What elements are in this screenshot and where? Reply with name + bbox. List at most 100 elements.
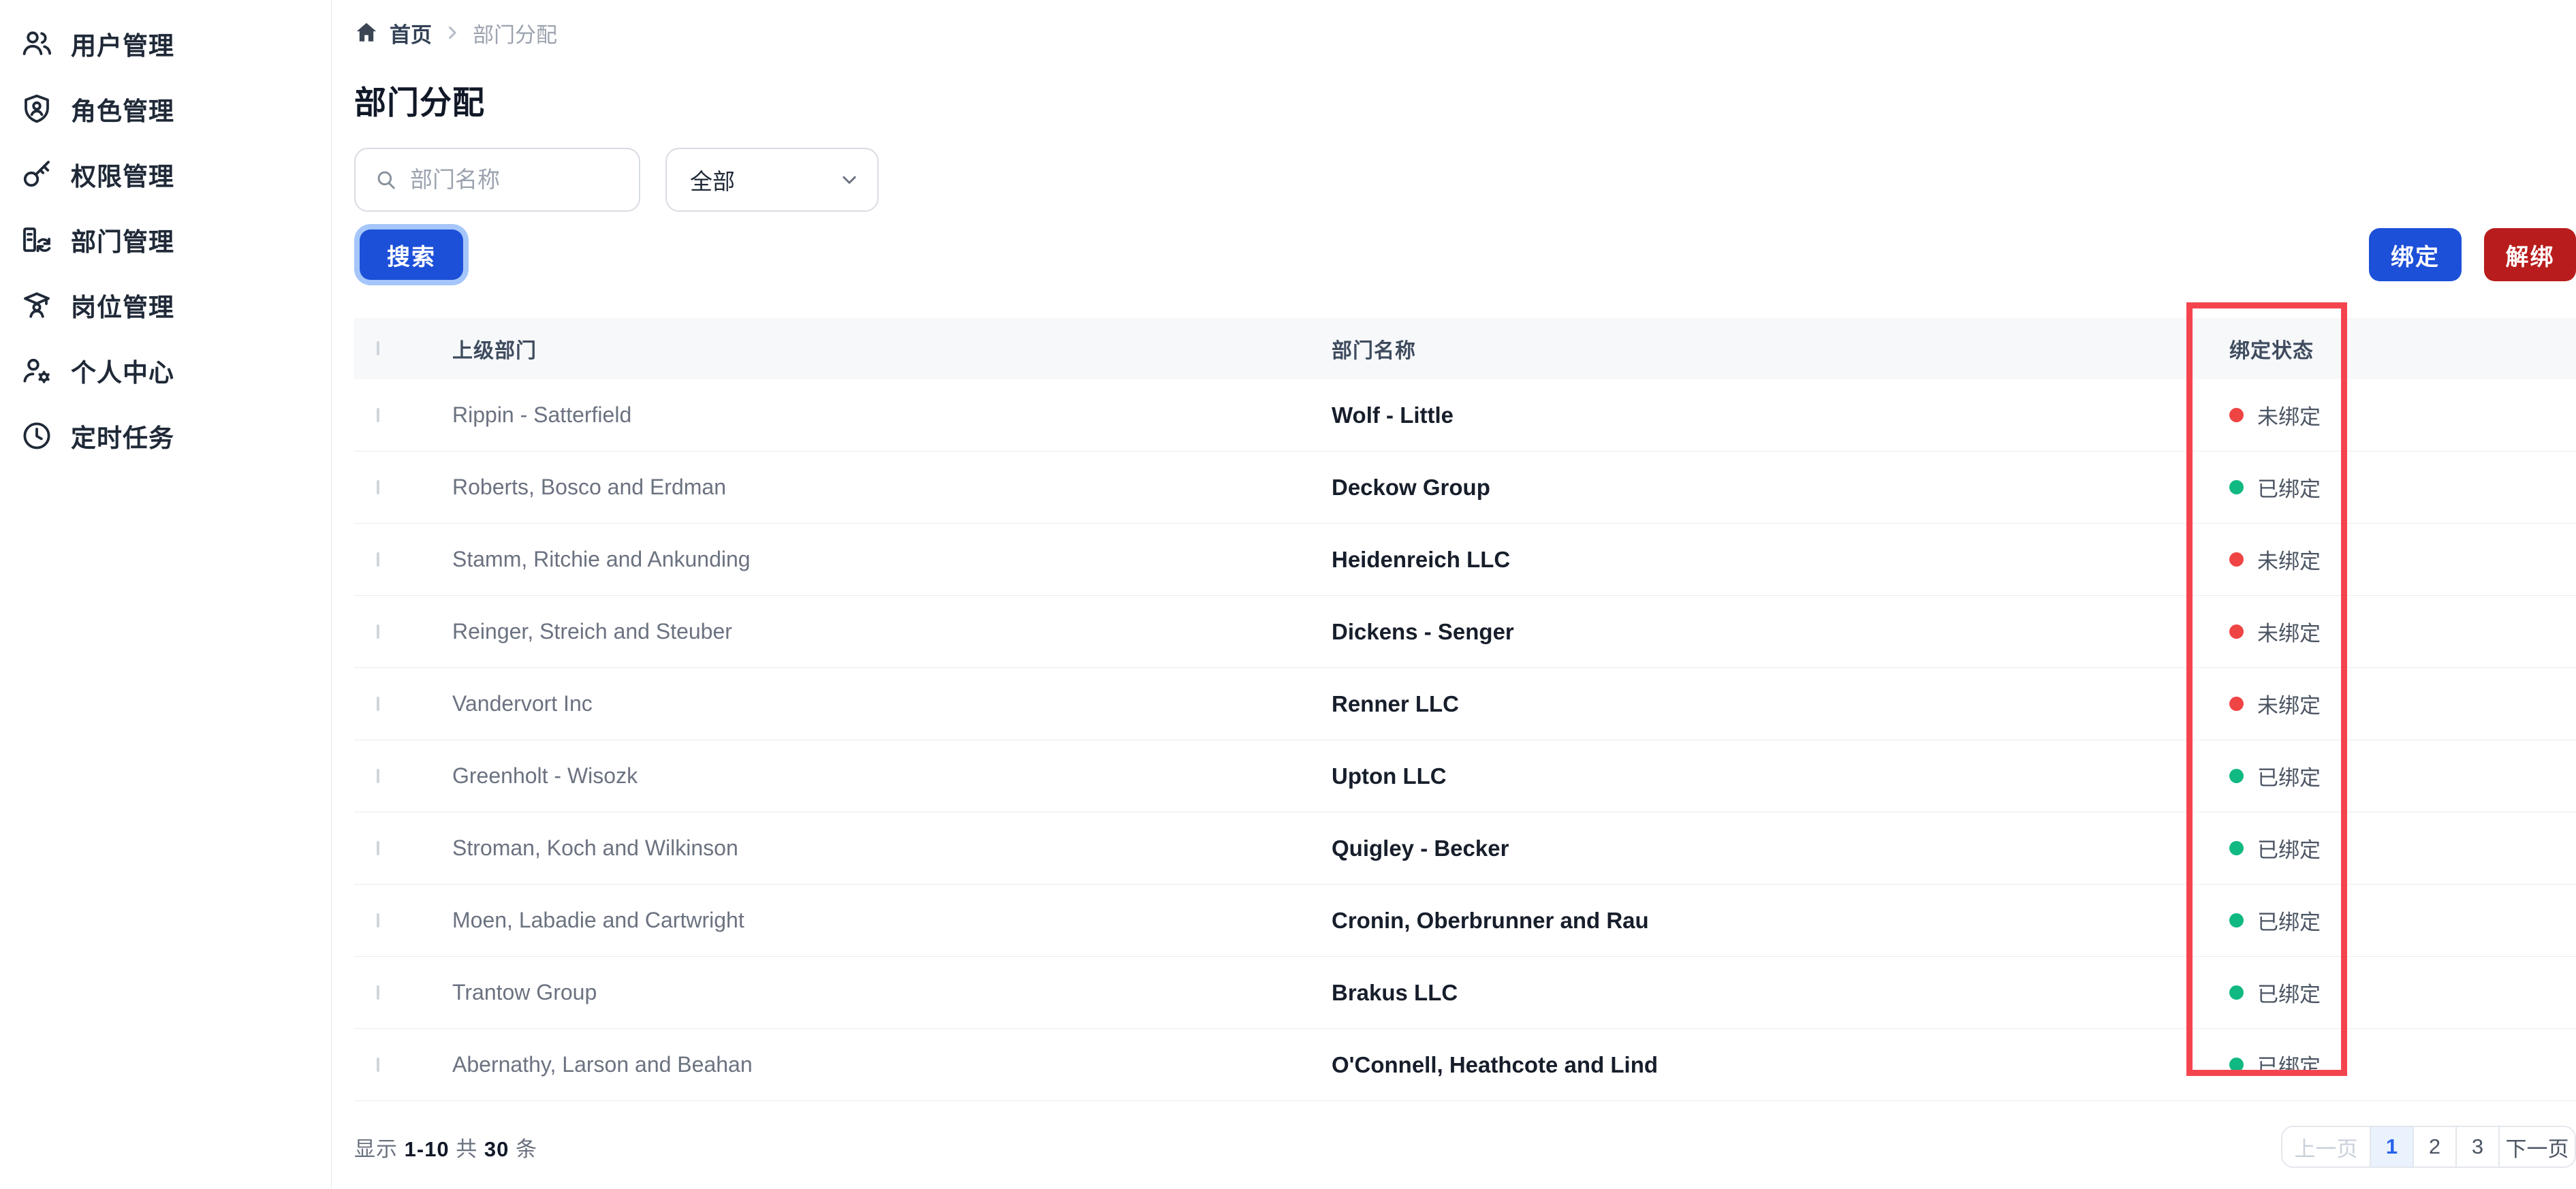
action-row: 搜索 绑定 解绑 [354,228,2576,281]
sidebar-item-label: 个人中心 [71,359,174,387]
parent-department-cell: Rippin - Satterfield [452,402,632,427]
table-row: Stamm, Ritchie and Ankunding Heidenreich … [354,524,2576,596]
select-all-checkbox[interactable] [377,341,379,355]
user-gear-icon [20,354,53,387]
bind-button[interactable]: 绑定 [2369,228,2462,281]
departments-table: 上级部门 部门名称 绑定状态 Rippin - Satterfield Wolf … [354,318,2576,1101]
department-name-cell: Renner LLC [1332,691,1460,716]
sidebar-item-tasks[interactable]: 定时任务 [0,403,331,469]
status-dot-icon [2229,985,2244,1000]
status-dot-icon [2229,769,2244,783]
row-checkbox[interactable] [377,768,379,783]
sidebar-item-profile[interactable]: 个人中心 [0,338,331,403]
status-label: 已绑定 [2257,477,2321,501]
next-page-button[interactable]: 下一页 [2498,1127,2575,1167]
status-label: 已绑定 [2257,1055,2321,1079]
page-title: 部门分配 [354,84,485,121]
filter-row: 全部 [354,148,2576,212]
parent-department-cell: Moen, Labadie and Cartwright [452,908,744,932]
status-dot-icon [2229,1058,2244,1072]
unbind-button[interactable]: 解绑 [2484,228,2576,281]
table-header-row: 上级部门 部门名称 绑定状态 [354,318,2576,379]
select-value: 全部 [690,169,735,194]
page-button-2[interactable]: 2 [2413,1127,2455,1167]
binding-status-cell: 已绑定 [2222,833,2576,863]
status-dot-icon [2229,408,2244,422]
row-checkbox[interactable] [377,552,379,567]
sidebar: 用户管理角色管理权限管理部门管理岗位管理个人中心定时任务 [0,0,332,1189]
home-icon[interactable] [354,20,379,45]
parent-department-cell: Roberts, Bosco and Erdman [452,475,726,499]
main-content: 首页 部门分配 部门分配 全部 搜索 绑定 解绑 [332,0,2576,1189]
status-dot-icon [2229,913,2244,928]
status-label: 未绑定 [2257,405,2321,429]
status-dot-icon [2229,624,2244,639]
search-icon [377,171,395,189]
page-button-1[interactable]: 1 [2370,1127,2413,1167]
table-row: Stroman, Koch and Wilkinson Quigley - Bec… [354,812,2576,885]
parent-department-cell: Vandervort Inc [452,691,593,716]
sidebar-item-permissions[interactable]: 权限管理 [0,142,331,207]
table-row: Vandervort Inc Renner LLC 未绑定 [354,668,2576,740]
table-row: Reinger, Streich and Steuber Dickens - Se… [354,596,2576,668]
row-checkbox[interactable] [377,913,379,928]
binding-status-cell: 未绑定 [2222,688,2576,719]
breadcrumb-current: 部门分配 [473,22,557,47]
department-name-cell: O'Connell, Heathcote and Lind [1332,1051,1659,1077]
binding-status-cell: 已绑定 [2222,472,2576,503]
app-window: 用户管理角色管理权限管理部门管理岗位管理个人中心定时任务 首页 部门分配 部门分… [0,0,2576,1189]
column-header-status: 绑定状态 [2229,340,2314,362]
parent-department-cell: Trantow Group [452,980,597,1004]
status-dot-icon [2229,552,2244,567]
parent-department-cell: Reinger, Streich and Steuber [452,619,732,644]
row-checkbox[interactable] [377,624,379,639]
sidebar-item-label: 用户管理 [71,32,174,60]
department-name-cell: Wolf - Little [1332,402,1454,428]
pagination-total: 30 [484,1137,509,1161]
table-row: Greenholt - Wisozk Upton LLC 已绑定 [354,740,2576,812]
binding-status-cell: 已绑定 [2222,1049,2576,1080]
sidebar-item-label: 角色管理 [71,97,174,125]
binding-status-cell: 未绑定 [2222,400,2576,430]
department-name-search-field[interactable] [354,148,640,212]
row-checkbox[interactable] [377,840,379,855]
row-checkbox[interactable] [377,407,379,422]
row-checkbox[interactable] [377,1057,379,1072]
pager: 上一页 1 2 3 下一页 [2281,1126,2576,1168]
department-name-cell: Upton LLC [1332,763,1447,789]
status-label: 已绑定 [2257,766,2321,790]
status-label: 已绑定 [2257,910,2321,934]
parent-department-cell: Stroman, Koch and Wilkinson [452,836,738,860]
breadcrumb-home-link[interactable]: 首页 [390,18,432,48]
search-button[interactable]: 搜索 [360,229,463,280]
row-checkbox[interactable] [377,985,379,1000]
status-label: 未绑定 [2257,550,2321,573]
chevron-right-icon [443,23,462,42]
table-row: Moen, Labadie and Cartwright Cronin, Ober… [354,885,2576,957]
parent-department-cell: Greenholt - Wisozk [452,763,638,788]
table-row: Abernathy, Larson and Beahan O'Connell, H… [354,1029,2576,1101]
binding-status-cell: 未绑定 [2222,616,2576,647]
shield-user-icon [20,93,53,125]
sidebar-item-label: 定时任务 [71,424,174,452]
graduate-icon [20,289,53,321]
sidebar-item-positions[interactable]: 岗位管理 [0,272,331,338]
pagination-summary: 显示 1-10 共 30 条 [354,1137,538,1161]
prev-page-button[interactable]: 上一页 [2282,1127,2370,1167]
status-filter-select[interactable]: 全部 [665,148,879,212]
table-row: Trantow Group Brakus LLC 已绑定 [354,957,2576,1029]
pagination-bar: 显示 1-10 共 30 条 上一页 1 2 3 下一页 [354,1126,2576,1168]
row-checkbox[interactable] [377,479,379,494]
sidebar-item-departments[interactable]: 部门管理 [0,207,331,272]
table-body: Rippin - Satterfield Wolf - Little 未绑定 Robe… [354,379,2576,1101]
sidebar-item-roles[interactable]: 角色管理 [0,76,331,142]
row-checkbox[interactable] [377,696,379,711]
breadcrumb: 首页 部门分配 [354,18,2576,48]
sidebar-item-label: 权限管理 [71,163,174,191]
sidebar-item-label: 部门管理 [71,228,174,256]
page-button-3[interactable]: 3 [2455,1127,2498,1167]
search-input[interactable] [410,167,623,193]
sidebar-item-users[interactable]: 用户管理 [0,11,331,76]
status-label: 未绑定 [2257,694,2321,718]
pagination-range: 1-10 [404,1137,450,1161]
